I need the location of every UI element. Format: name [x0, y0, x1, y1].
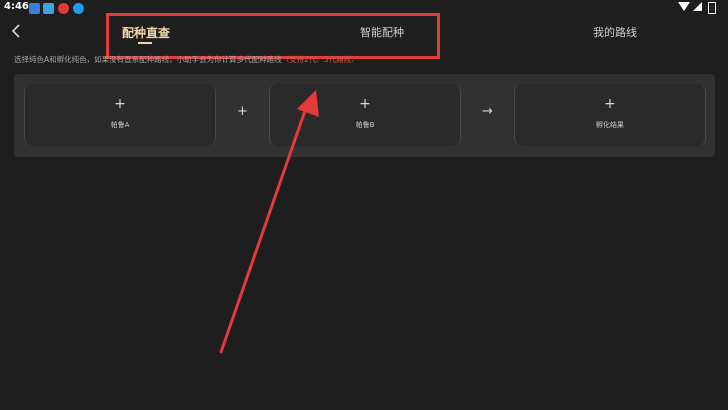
annotation-arrow [219, 90, 319, 354]
